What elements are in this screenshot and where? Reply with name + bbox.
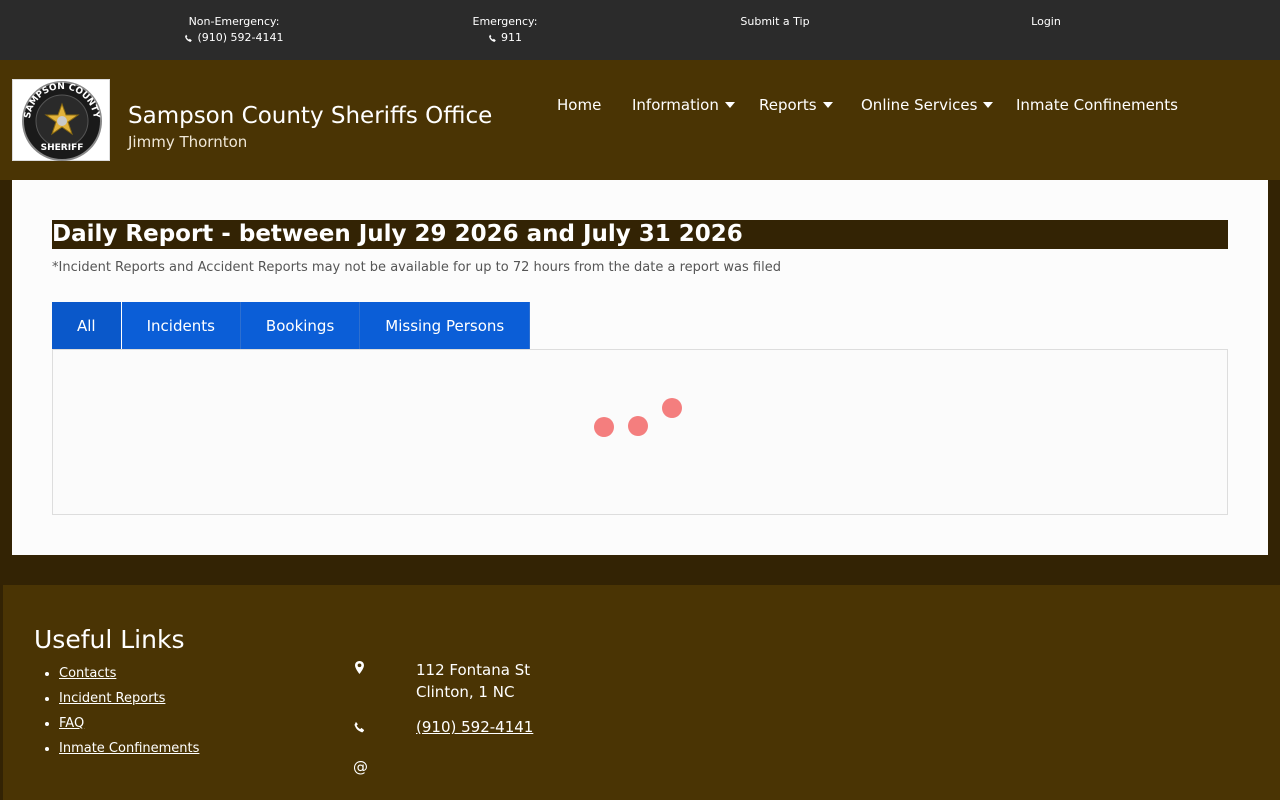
tab-missing-persons[interactable]: Missing Persons bbox=[360, 302, 531, 350]
sheriff-logo[interactable]: SAMPSON COUNTY SHERIFF bbox=[12, 79, 110, 161]
list-item: Incident Reports bbox=[59, 686, 199, 711]
phone-icon bbox=[185, 34, 193, 42]
tab-incidents[interactable]: Incidents bbox=[121, 302, 241, 350]
email-icon: @ bbox=[353, 758, 368, 776]
emergency-contact: Emergency: 911 bbox=[405, 14, 605, 48]
nav-online-services[interactable]: Online Services bbox=[861, 94, 994, 116]
tab-panel bbox=[52, 349, 1228, 515]
useful-links-heading: Useful Links bbox=[34, 625, 185, 654]
caret-down-icon bbox=[822, 102, 833, 108]
login-link[interactable]: Login bbox=[946, 14, 1146, 30]
address-line-2: Clinton, 1 NC bbox=[416, 683, 515, 701]
nav-information[interactable]: Information bbox=[632, 94, 735, 116]
nav-inmate-confinements[interactable]: Inmate Confinements bbox=[1016, 94, 1178, 116]
emergency-phone[interactable]: 911 bbox=[488, 30, 522, 46]
address-line-1: 112 Fontana St bbox=[416, 661, 531, 679]
non-emergency-phone[interactable]: (910) 592-4141 bbox=[184, 30, 284, 46]
footer-link-faq[interactable]: FAQ bbox=[59, 716, 84, 731]
loading-dot bbox=[628, 416, 648, 436]
site-title[interactable]: Sampson County Sheriffs Office bbox=[128, 100, 492, 132]
phone-icon bbox=[489, 34, 496, 42]
list-item: Inmate Confinements bbox=[59, 736, 199, 761]
footer-phone-link[interactable]: (910) 592-4141 bbox=[416, 718, 533, 736]
main-content: Daily Report - between July 29 2026 and … bbox=[12, 180, 1268, 555]
footer-link-contacts[interactable]: Contacts bbox=[59, 666, 116, 681]
non-emergency-label: Non-Emergency: bbox=[188, 15, 280, 28]
emergency-label: Emergency: bbox=[472, 15, 538, 28]
loading-dot bbox=[594, 417, 614, 437]
site-footer: Useful Links Contacts Incident Reports F… bbox=[3, 585, 1280, 800]
phone-icon bbox=[353, 721, 367, 735]
non-emergency-phone-number: (910) 592-4141 bbox=[197, 31, 284, 44]
footer-link-inmate-confinements[interactable]: Inmate Confinements bbox=[59, 741, 199, 756]
top-utility-bar: Non-Emergency: (910) 592-4141 Emergency:… bbox=[0, 0, 1280, 60]
logo-text-bottom: SHERIFF bbox=[41, 143, 84, 153]
caret-down-icon bbox=[983, 102, 994, 108]
sheriff-badge-icon: SAMPSON COUNTY SHERIFF bbox=[22, 81, 102, 161]
loading-dot bbox=[662, 398, 682, 418]
report-disclaimer: *Incident Reports and Accident Reports m… bbox=[52, 260, 781, 275]
report-title: Daily Report - between July 29 2026 and … bbox=[52, 220, 1228, 249]
nav-inmate-confinements-label: Inmate Confinements bbox=[1016, 96, 1178, 114]
list-item: FAQ bbox=[59, 711, 199, 736]
emergency-phone-number: 911 bbox=[501, 31, 522, 44]
tab-bookings[interactable]: Bookings bbox=[240, 302, 361, 350]
tab-all[interactable]: All bbox=[52, 302, 122, 350]
nav-reports-label: Reports bbox=[759, 96, 817, 114]
list-item: Contacts bbox=[59, 661, 199, 686]
submit-tip-link[interactable]: Submit a Tip bbox=[675, 14, 875, 30]
site-header: SAMPSON COUNTY SHERIFF Sampson County Sh… bbox=[0, 60, 1280, 180]
footer-link-incident-reports[interactable]: Incident Reports bbox=[59, 691, 165, 706]
non-emergency-contact: Non-Emergency: (910) 592-4141 bbox=[134, 14, 334, 48]
map-marker-icon bbox=[353, 661, 367, 675]
site-subtitle: Jimmy Thornton bbox=[128, 133, 248, 151]
nav-reports[interactable]: Reports bbox=[759, 94, 833, 116]
caret-down-icon bbox=[724, 102, 735, 108]
footer-address: 112 Fontana St Clinton, 1 NC bbox=[416, 659, 530, 703]
nav-information-label: Information bbox=[632, 96, 719, 114]
nav-online-services-label: Online Services bbox=[861, 96, 978, 114]
nav-home[interactable]: Home bbox=[557, 94, 601, 116]
useful-links-list: Contacts Incident Reports FAQ Inmate Con… bbox=[59, 661, 199, 761]
nav-home-label: Home bbox=[557, 96, 602, 114]
report-tabs: All Incidents Bookings Missing Persons bbox=[52, 302, 531, 350]
